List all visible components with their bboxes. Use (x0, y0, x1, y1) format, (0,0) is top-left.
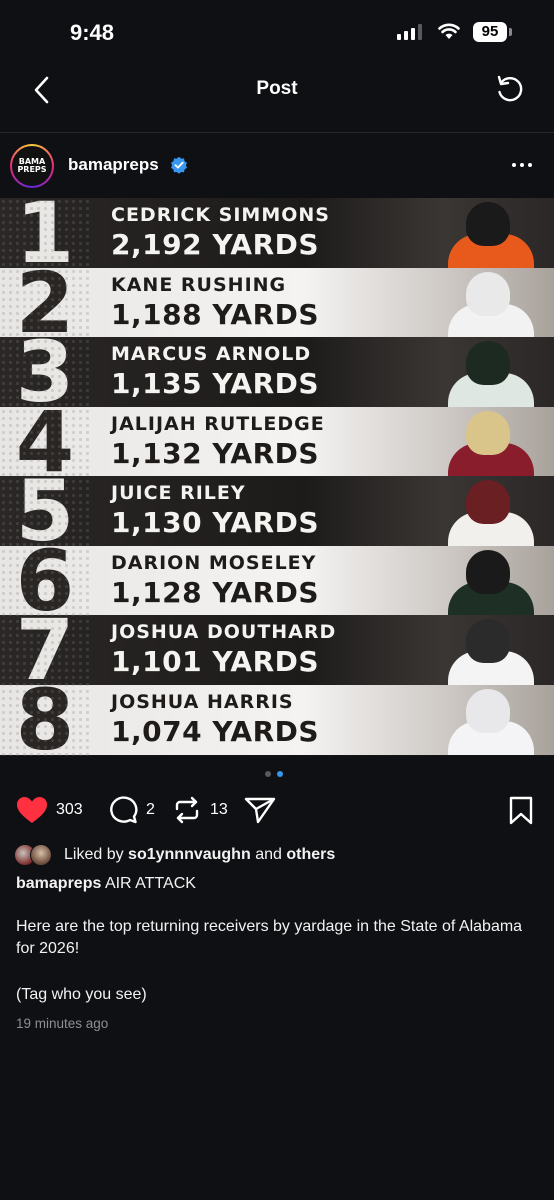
player-yards: 1,101 YARDS (111, 645, 320, 678)
verified-badge-icon (171, 156, 187, 174)
ranking-row: 8 JOSHUA HARRIS 1,074 YARDS (0, 678, 554, 756)
post-image[interactable]: 1 CEDRICK SIMMONS 2,192 YARDS 2 KANE RUSHING… (0, 198, 554, 756)
liked-by-user[interactable]: so1ynnnvaughn (128, 846, 251, 863)
wifi-icon (438, 23, 460, 39)
player-photo (432, 407, 554, 477)
ranking-row: 3 MARCUS ARNOLD 1,135 YARDS (0, 330, 554, 414)
player-name: JUICE RILEY (111, 482, 246, 504)
ranking-row: 2 KANE RUSHING 1,188 YARDS (0, 261, 554, 345)
player-yards: 1,135 YARDS (111, 367, 320, 400)
player-photo (432, 685, 554, 755)
ranking-row: 4 JALIJAH RUTLEDGE 1,132 YARDS (0, 400, 554, 484)
liked-by[interactable]: Liked by so1ynnnvaughn and others (14, 843, 335, 867)
player-name: CEDRICK SIMMONS (111, 204, 330, 226)
share-icon[interactable] (244, 796, 276, 824)
caption-username[interactable]: bamapreps (16, 875, 101, 892)
more-options-button[interactable] (512, 155, 536, 175)
comment-action[interactable]: 2 (108, 796, 155, 824)
nav-bar: Post (0, 62, 554, 118)
ranking-row: 5 JUICE RILEY 1,130 YARDS (0, 469, 554, 553)
caption-body: Here are the top returning receivers by … (16, 918, 523, 957)
player-yards: 1,074 YARDS (111, 714, 320, 748)
bookmark-icon[interactable] (508, 796, 534, 826)
player-name: JOSHUA HARRIS (111, 690, 294, 713)
repost-count: 13 (210, 801, 228, 818)
battery-tip (509, 28, 512, 36)
status-time: 9:48 (70, 20, 115, 45)
carousel-dot-active (277, 771, 283, 777)
status-bar: 9:48 95 (0, 0, 554, 62)
player-yards: 2,192 YARDS (111, 228, 320, 261)
like-action[interactable]: 303 (16, 796, 83, 824)
player-photo (432, 615, 554, 685)
carousel-dot (265, 771, 271, 777)
player-photo (432, 337, 554, 407)
liker-avatar (30, 844, 52, 866)
battery-icon: 95 (473, 22, 507, 42)
page-title: Post (256, 78, 298, 99)
like-count: 303 (56, 801, 83, 818)
player-yards: 1,130 YARDS (111, 506, 320, 539)
refresh-button[interactable] (492, 72, 528, 108)
player-name: MARCUS ARNOLD (111, 343, 312, 365)
post-username[interactable]: bamapreps (68, 155, 159, 175)
player-photo (432, 476, 554, 546)
player-yards: 1,132 YARDS (111, 436, 320, 470)
caption-headline: AIR ATTACK (104, 875, 196, 892)
player-name: JALIJAH RUTLEDGE (111, 412, 325, 435)
ranking-row: 6 DARION MOSELEY 1,128 YARDS (0, 539, 554, 623)
heart-icon[interactable] (16, 796, 48, 824)
player-name: DARION MOSELEY (111, 551, 317, 574)
cellular-signal-icon (397, 24, 422, 40)
repost-icon[interactable] (172, 796, 202, 824)
caption: bamapreps AIR ATTACK (16, 873, 536, 895)
repost-action[interactable]: 13 (172, 796, 228, 824)
ranking-number: 8 (15, 670, 74, 757)
caption-tag-line: (Tag who you see) (16, 986, 147, 1003)
player-yards: 1,128 YARDS (111, 575, 320, 609)
carousel-indicator (265, 771, 283, 777)
liked-by-avatars (14, 844, 64, 866)
player-photo (432, 268, 554, 338)
ranking-row: 7 JOSHUA DOUTHARD 1,101 YARDS (0, 608, 554, 692)
player-name: JOSHUA DOUTHARD (111, 621, 337, 643)
post-timestamp: 19 minutes ago (16, 1016, 109, 1031)
player-photo (432, 546, 554, 616)
player-name: KANE RUSHING (111, 273, 287, 296)
liked-by-conjunction: and (255, 846, 282, 863)
comment-icon[interactable] (108, 796, 138, 824)
liked-by-others[interactable]: others (286, 846, 335, 863)
liked-by-prefix: Liked by (64, 846, 124, 863)
post-actions: 303 2 13 (0, 790, 554, 830)
comment-count: 2 (146, 801, 155, 818)
avatar[interactable]: BAMA PREPS (10, 144, 54, 188)
player-yards: 1,188 YARDS (111, 297, 320, 331)
player-photo (432, 198, 554, 268)
ranking-row: 1 CEDRICK SIMMONS 2,192 YARDS (0, 198, 554, 275)
avatar-logo: BAMA PREPS (12, 146, 52, 186)
nav-divider (0, 132, 554, 133)
